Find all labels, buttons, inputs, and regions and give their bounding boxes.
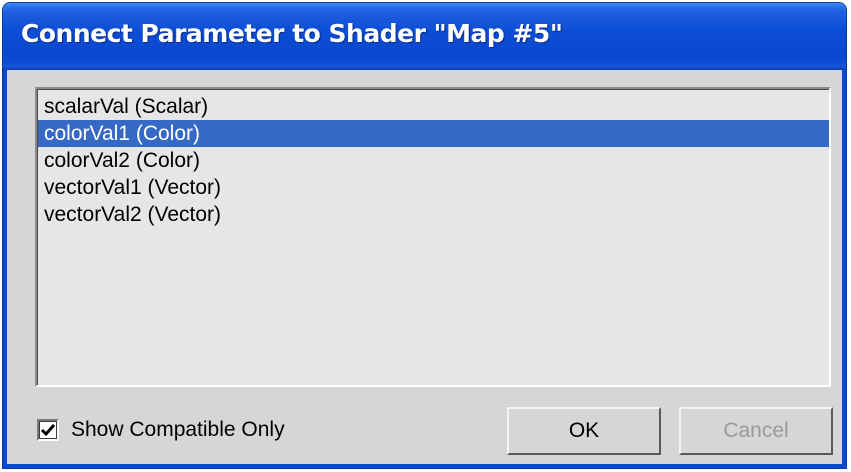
- title-bar[interactable]: Connect Parameter to Shader "Map #5": [3, 3, 846, 70]
- list-item-colorval1[interactable]: colorVal1 (Color): [38, 120, 829, 147]
- show-compatible-option[interactable]: Show Compatible Only: [37, 416, 285, 444]
- dialog-window: Connect Parameter to Shader "Map #5" sca…: [2, 2, 847, 469]
- list-item-vectorval2[interactable]: vectorVal2 (Vector): [38, 201, 829, 228]
- parameter-listbox[interactable]: scalarVal (Scalar) colorVal1 (Color) col…: [35, 87, 831, 387]
- window-title: Connect Parameter to Shader "Map #5": [21, 19, 563, 48]
- show-compatible-label[interactable]: Show Compatible Only: [71, 418, 285, 442]
- window-frame: scalarVal (Scalar) colorVal1 (Color) col…: [3, 70, 846, 468]
- cancel-button[interactable]: Cancel: [679, 407, 833, 455]
- dialog-client-area: scalarVal (Scalar) colorVal1 (Color) col…: [7, 70, 842, 464]
- show-compatible-checkbox[interactable]: [37, 419, 59, 441]
- list-item-colorval2[interactable]: colorVal2 (Color): [38, 147, 829, 174]
- ok-button[interactable]: OK: [507, 407, 661, 455]
- list-item-vectorval1[interactable]: vectorVal1 (Vector): [38, 174, 829, 201]
- list-item-scalarval[interactable]: scalarVal (Scalar): [38, 93, 829, 120]
- checkmark-icon: [40, 424, 56, 437]
- parameter-list: scalarVal (Scalar) colorVal1 (Color) col…: [37, 89, 829, 385]
